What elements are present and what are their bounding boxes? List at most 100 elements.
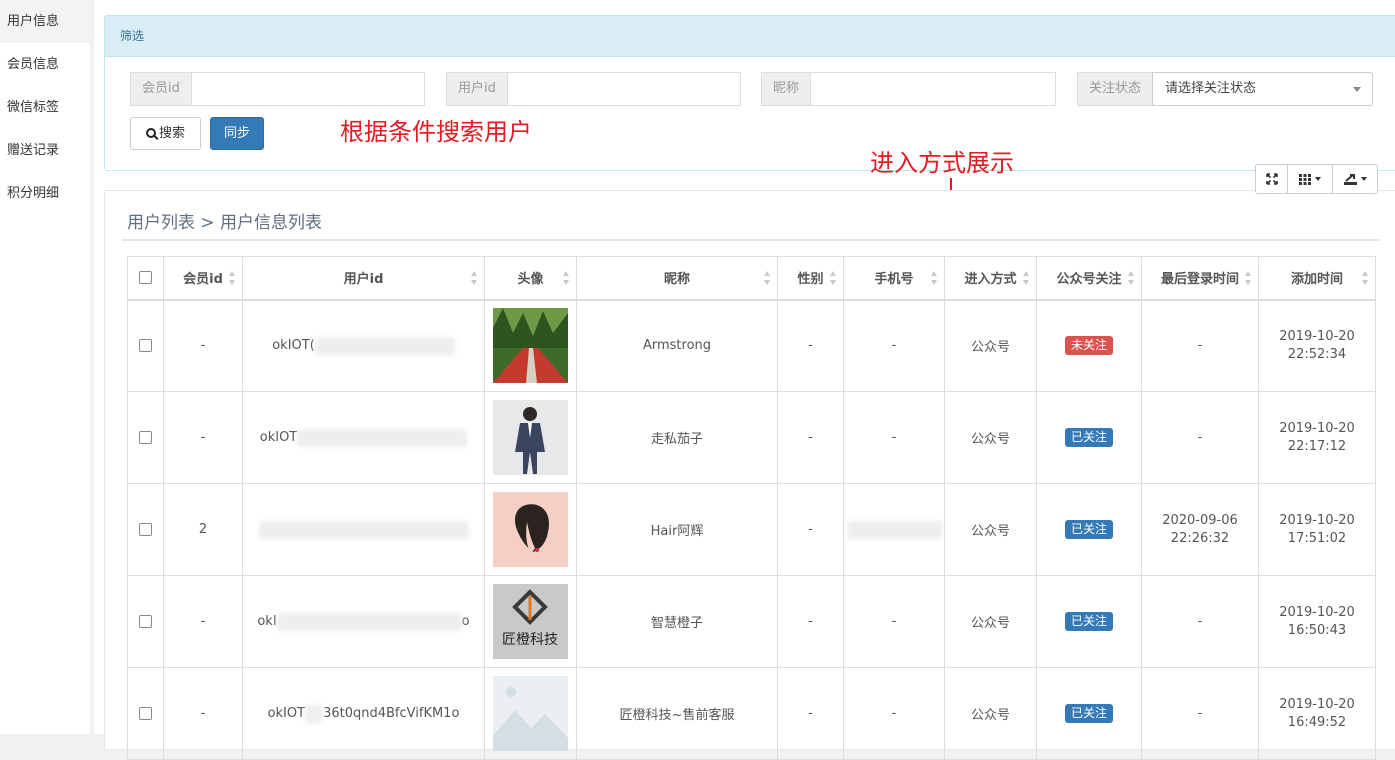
column-header-label: 昵称 (663, 272, 690, 288)
column-header-avatar[interactable]: 头像 (484, 256, 577, 301)
follow-status-value: 请选择关注状态 (1165, 81, 1257, 96)
last-login-date: - (1197, 337, 1203, 353)
entry-method-cell: 公众号 (944, 575, 1037, 668)
column-header-label: 性别 (797, 272, 824, 288)
column-header-phone[interactable]: 手机号 (843, 256, 945, 301)
column-header-nickname[interactable]: 昵称 (576, 256, 778, 301)
phone-cell: - (843, 391, 945, 484)
sidebar-item-member-info[interactable]: 会员信息 (0, 43, 90, 86)
last-login-cell: - (1141, 391, 1259, 484)
column-header-label: 进入方式 (964, 272, 1017, 288)
avatar[interactable]: 匠橙科技 (493, 584, 568, 659)
row-checkbox[interactable] (139, 615, 152, 628)
column-header-follow-status[interactable]: 公众号关注 (1036, 256, 1142, 301)
column-header-gender[interactable]: 性别 (777, 256, 844, 301)
nickname-cell: 智慧橙子 (576, 575, 778, 668)
fullscreen-button[interactable] (1255, 164, 1288, 194)
sync-button[interactable]: 同步 (210, 117, 264, 150)
table-row: - okIOT( Armstrong - - 公众号 未关注 - 2019-10… (127, 299, 1376, 392)
jiangcheng-tech-logo-text: 匠橙科技 (502, 632, 558, 648)
avatar-cell (484, 299, 577, 392)
annotation-entry-note: 进入方式展示 (870, 149, 1014, 177)
phone-cell: - (843, 667, 945, 760)
gender-cell: - (777, 299, 844, 392)
member-id-input[interactable] (190, 72, 425, 106)
row-checkbox[interactable] (139, 431, 152, 444)
column-header-label: 手机号 (874, 272, 914, 288)
avatar[interactable] (493, 492, 568, 567)
column-header-user-id[interactable]: 用户id (242, 256, 485, 301)
column-header-entry-method[interactable]: 进入方式 (944, 256, 1037, 301)
redacted-text (846, 520, 942, 539)
grid-icon (1299, 173, 1311, 185)
column-header-label: 用户id (343, 272, 384, 288)
nickname-label: 昵称 (761, 72, 811, 106)
column-header-label: 最后登录时间 (1160, 272, 1239, 288)
column-header-member-id[interactable]: 会员id (163, 256, 243, 301)
search-icon (145, 128, 156, 138)
added-time: 17:51:02 (1287, 530, 1347, 546)
status-badge: 已关注 (1064, 704, 1113, 723)
entry-method-cell: 公众号 (944, 667, 1037, 760)
added-date: 2019-10-20 (1279, 512, 1355, 528)
sidebar-item-points-detail[interactable]: 积分明细 (0, 172, 90, 215)
user-id-text: okIOT (267, 706, 306, 721)
column-header-last-login[interactable]: 最后登录时间 (1141, 256, 1259, 301)
status-badge: 未关注 (1064, 336, 1113, 356)
nickname-cell: 匠橙科技~售前客服 (576, 667, 778, 760)
user-id-input[interactable] (506, 72, 741, 106)
user-id-group: 用户id (446, 72, 741, 106)
filter-heading: 筛选 (105, 16, 1395, 57)
chevron-down-icon (1315, 177, 1321, 181)
row-checkbox[interactable] (139, 707, 152, 720)
user-id-label: 用户id (446, 72, 507, 106)
user-id-cell: okIOT (242, 391, 485, 484)
member-id-cell: - (163, 391, 243, 484)
nickname-input[interactable] (810, 72, 1056, 106)
select-all-checkbox[interactable] (139, 271, 152, 285)
columns-toggle-button[interactable] (1288, 164, 1333, 194)
sidebar-item-gift-records[interactable]: 赠送记录 (0, 129, 90, 172)
user-id-cell: okI o (242, 575, 485, 668)
nickname-cell: Hair阿辉 (576, 483, 778, 576)
avatar[interactable] (493, 400, 568, 475)
added-time: 22:52:34 (1287, 346, 1347, 362)
sort-icon (931, 271, 938, 285)
follow-status-select[interactable]: 请选择关注状态 (1152, 72, 1373, 106)
sync-button-label: 同步 (223, 126, 250, 141)
chevron-down-icon (1360, 177, 1367, 181)
user-id-text: o (461, 614, 470, 629)
avatar[interactable] (493, 308, 568, 384)
column-header-label: 会员id (183, 272, 223, 288)
last-login-cell: 2020-09-06 22:26:32 (1141, 483, 1259, 576)
follow-status-cell: 已关注 (1036, 575, 1142, 668)
sort-icon (764, 271, 771, 285)
row-checkbox[interactable] (139, 339, 152, 353)
search-button-label: 搜索 (158, 126, 185, 141)
avatar-cell: 匠橙科技 (484, 575, 577, 668)
sidebar-item-user-info[interactable]: 用户信息 (0, 0, 90, 43)
added-time: 22:17:12 (1287, 438, 1347, 454)
sort-icon (1245, 271, 1252, 285)
table-toolbar (1255, 164, 1378, 194)
table-header-row: 会员id 用户id 头像 昵称 性别 手机号 进入方式 公众号关注 最后登录时间… (127, 256, 1376, 301)
sidebar-item-wechat-tags[interactable]: 微信标签 (0, 86, 90, 129)
last-login-date: - (1197, 429, 1203, 445)
nickname-group: 昵称 (761, 72, 1056, 106)
redacted-text (276, 612, 462, 631)
column-header-label: 公众号关注 (1056, 272, 1122, 288)
avatar[interactable] (493, 676, 568, 751)
table-row: - okI o 匠橙科技 智慧橙子 - - 公众号 已关注 - 2019-10-2… (127, 575, 1376, 668)
sidebar: 用户信息 会员信息 微信标签 赠送记录 积分明细 (0, 0, 90, 734)
filter-panel: 筛选 会员id 用户id 昵称 关注状态 请选择关注状态 搜索 同步 (104, 15, 1395, 171)
row-checkbox[interactable] (139, 523, 152, 536)
sort-icon (471, 271, 478, 285)
status-badge: 已关注 (1064, 612, 1113, 631)
search-button[interactable]: 搜索 (130, 117, 201, 150)
added-date: 2019-10-20 (1279, 604, 1355, 620)
column-header-added-time[interactable]: 添加时间 (1258, 256, 1376, 301)
row-select-cell (127, 299, 164, 392)
follow-status-group: 关注状态 请选择关注状态 (1077, 72, 1373, 106)
user-id-cell (242, 483, 485, 576)
export-button[interactable] (1333, 164, 1378, 194)
